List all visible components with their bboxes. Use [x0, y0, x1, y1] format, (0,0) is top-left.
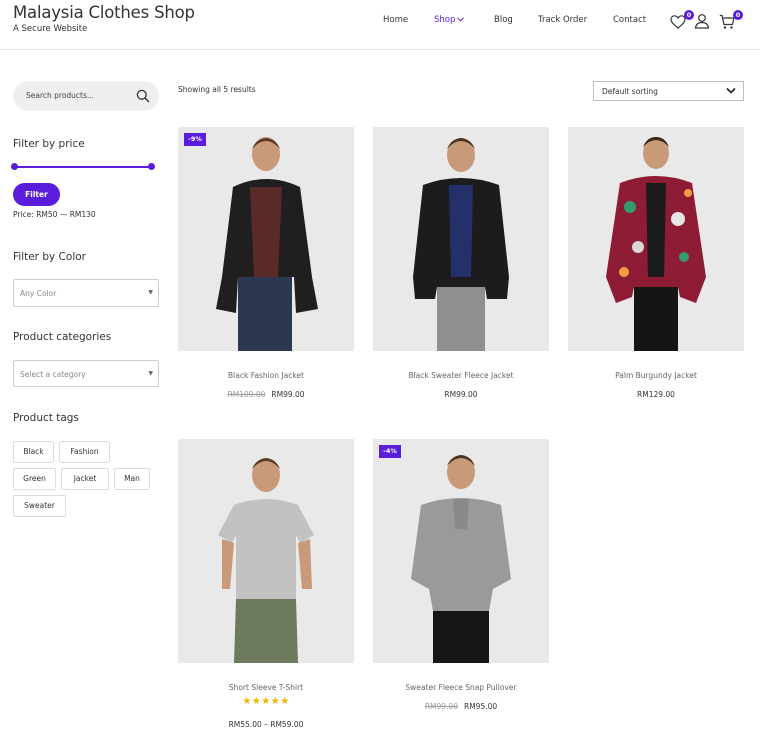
tags-heading: Product tags	[13, 412, 79, 424]
product-name[interactable]: Short Sleeve T-Shirt	[178, 683, 354, 692]
category-select[interactable]: Select a category ▼	[13, 360, 159, 387]
color-select-value: Any Color	[20, 289, 57, 298]
price-min-handle[interactable]	[11, 163, 18, 170]
product-image[interactable]	[178, 439, 354, 663]
result-count: Showing all 5 results	[178, 85, 256, 94]
tag-sweater[interactable]: Sweater	[13, 495, 66, 517]
price-range-label: Price: RM50 — RM130	[13, 210, 96, 219]
nav-contact[interactable]: Contact	[613, 15, 646, 25]
product-name[interactable]: Palm Burgundy Jacket	[568, 371, 744, 380]
product-image[interactable]	[568, 127, 744, 351]
product-price: RM109.00 RM99.00	[178, 390, 354, 399]
caret-down-icon: ▼	[148, 370, 153, 377]
tag-green[interactable]: Green	[13, 468, 56, 490]
product-image[interactable]	[373, 127, 549, 351]
product-image[interactable]: -4%	[373, 439, 549, 663]
product-name[interactable]: Black Fashion Jacket	[178, 371, 354, 380]
color-filter-heading: Filter by Color	[13, 251, 86, 263]
sorting-value: Default sorting	[602, 87, 658, 96]
product-name[interactable]: Sweater Fleece Snap Pullover	[373, 683, 549, 692]
sorting-select[interactable]: Default sorting	[593, 81, 744, 101]
product-price: RM55.00 – RM59.00	[228, 720, 304, 729]
nav-blog[interactable]: Blog	[494, 15, 513, 25]
man-in-palm-print-blazer-image	[568, 127, 744, 351]
wishlist-count-badge: 0	[684, 10, 694, 20]
product-name[interactable]: Black Sweater Fleece Jacket	[373, 371, 549, 380]
user-icon	[694, 14, 710, 29]
site-header: Malaysia Clothes Shop A Secure Website H…	[0, 0, 760, 50]
color-select[interactable]: Any Color ▼	[13, 279, 159, 307]
price-slider-track	[15, 166, 151, 168]
product-price: RM129.00	[637, 390, 675, 399]
star-rating: ★★★★★	[242, 696, 290, 707]
sale-badge: -4%	[379, 445, 401, 458]
nav-track-order[interactable]: Track Order	[538, 15, 587, 25]
search-input[interactable]: Search products...	[13, 81, 159, 111]
search-icon[interactable]	[136, 89, 150, 103]
tag-man[interactable]: Man	[114, 468, 150, 490]
product-price: RM99.00	[444, 390, 478, 399]
sale-badge: -9%	[184, 133, 206, 146]
wishlist-button[interactable]: 0	[670, 10, 694, 30]
man-in-black-hoodie-jacket-image	[178, 127, 354, 351]
chevron-down-icon	[457, 17, 465, 22]
cart-count-badge: 0	[733, 10, 743, 20]
price-filter-heading: Filter by price	[13, 138, 85, 150]
nav-home[interactable]: Home	[383, 15, 408, 25]
main-nav: Home Shop Blog Track Order Contact	[0, 15, 760, 29]
nav-shop-label: Shop	[434, 15, 456, 25]
categories-heading: Product categories	[13, 331, 112, 343]
account-button[interactable]	[694, 12, 712, 30]
man-in-black-fleece-jacket-image	[373, 127, 549, 351]
old-price: RM99.00	[424, 702, 458, 711]
search-placeholder: Search products...	[26, 91, 95, 100]
tag-jacket[interactable]: Jacket	[61, 468, 109, 490]
price-max-handle[interactable]	[148, 163, 155, 170]
cart-button[interactable]: 0	[719, 10, 743, 30]
man-in-grey-t-shirt-image	[178, 439, 354, 663]
tag-fashion[interactable]: Fashion	[59, 441, 110, 463]
tag-black[interactable]: Black	[13, 441, 54, 463]
nav-shop[interactable]: Shop	[434, 15, 465, 25]
man-in-grey-pullover-image	[373, 439, 549, 663]
product-price: RM99.00 RM95.00	[373, 702, 549, 711]
product-image[interactable]: -9%	[178, 127, 354, 351]
old-price: RM109.00	[227, 390, 266, 399]
sale-price: RM99.00	[271, 390, 305, 399]
category-select-value: Select a category	[20, 370, 86, 379]
sale-price: RM95.00	[464, 702, 498, 711]
price-slider[interactable]	[11, 162, 155, 171]
caret-down-icon: ▼	[148, 289, 153, 296]
chevron-down-icon	[726, 87, 736, 94]
filter-button[interactable]: Filter	[13, 183, 60, 206]
